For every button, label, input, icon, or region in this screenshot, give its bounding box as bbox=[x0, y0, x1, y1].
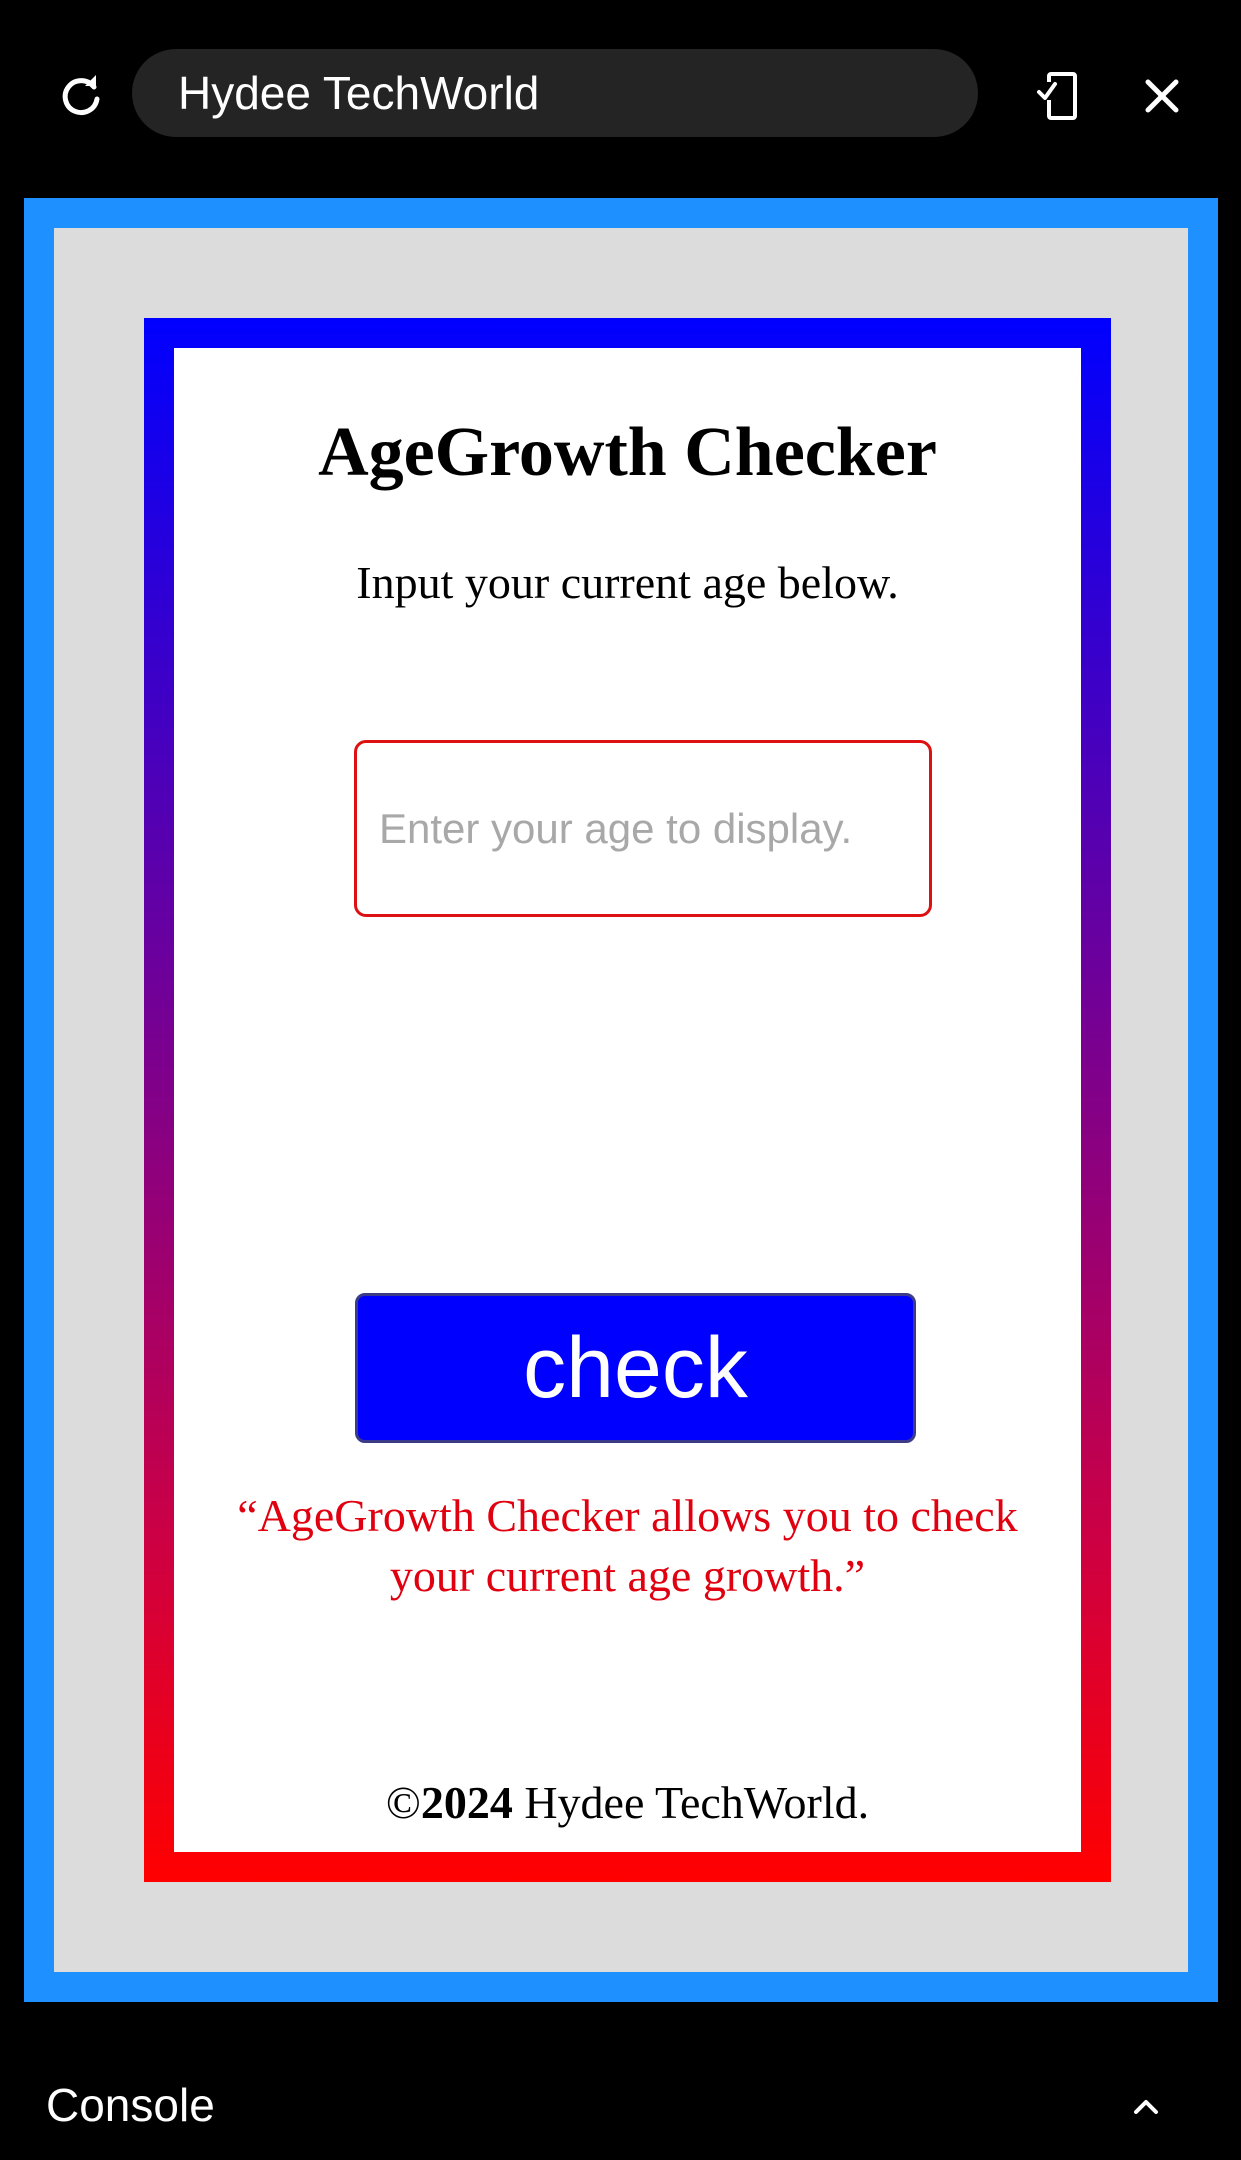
check-button[interactable]: check bbox=[355, 1293, 916, 1443]
close-icon bbox=[1145, 79, 1179, 113]
gradient-border: AgeGrowth Checker Input your current age… bbox=[144, 318, 1111, 1882]
footer-copyright: ©2024 Hydee TechWorld. bbox=[174, 1776, 1081, 1829]
copyright-owner: Hydee TechWorld. bbox=[512, 1777, 870, 1828]
console-toggle-button[interactable] bbox=[1128, 2088, 1164, 2124]
instruction-text: Input your current age below. bbox=[356, 557, 899, 608]
copyright-year: 2024 bbox=[420, 1777, 513, 1828]
page-title: AgeGrowth Checker bbox=[318, 414, 937, 491]
console-label: Console bbox=[46, 2079, 215, 2131]
refresh-button[interactable] bbox=[56, 70, 106, 120]
device-mode-button[interactable] bbox=[1033, 68, 1089, 124]
age-checker-card: AgeGrowth Checker Input your current age… bbox=[174, 348, 1081, 1852]
page-body: AgeGrowth Checker Input your current age… bbox=[54, 228, 1188, 1972]
address-bar[interactable]: Hydee TechWorld bbox=[132, 49, 978, 137]
tagline-text: “AgeGrowth Checker allows you to check y… bbox=[237, 1490, 1018, 1601]
console-bar[interactable]: Console bbox=[0, 2050, 1241, 2160]
copyright-symbol: © bbox=[385, 1777, 421, 1828]
chevron-up-icon bbox=[1134, 2100, 1158, 2114]
preview-frame: AgeGrowth Checker Input your current age… bbox=[24, 198, 1218, 2002]
age-input[interactable] bbox=[354, 740, 932, 917]
address-text: Hydee TechWorld bbox=[178, 67, 540, 119]
refresh-icon bbox=[62, 75, 100, 116]
device-mode-icon bbox=[1037, 72, 1077, 120]
close-button[interactable] bbox=[1138, 72, 1186, 120]
